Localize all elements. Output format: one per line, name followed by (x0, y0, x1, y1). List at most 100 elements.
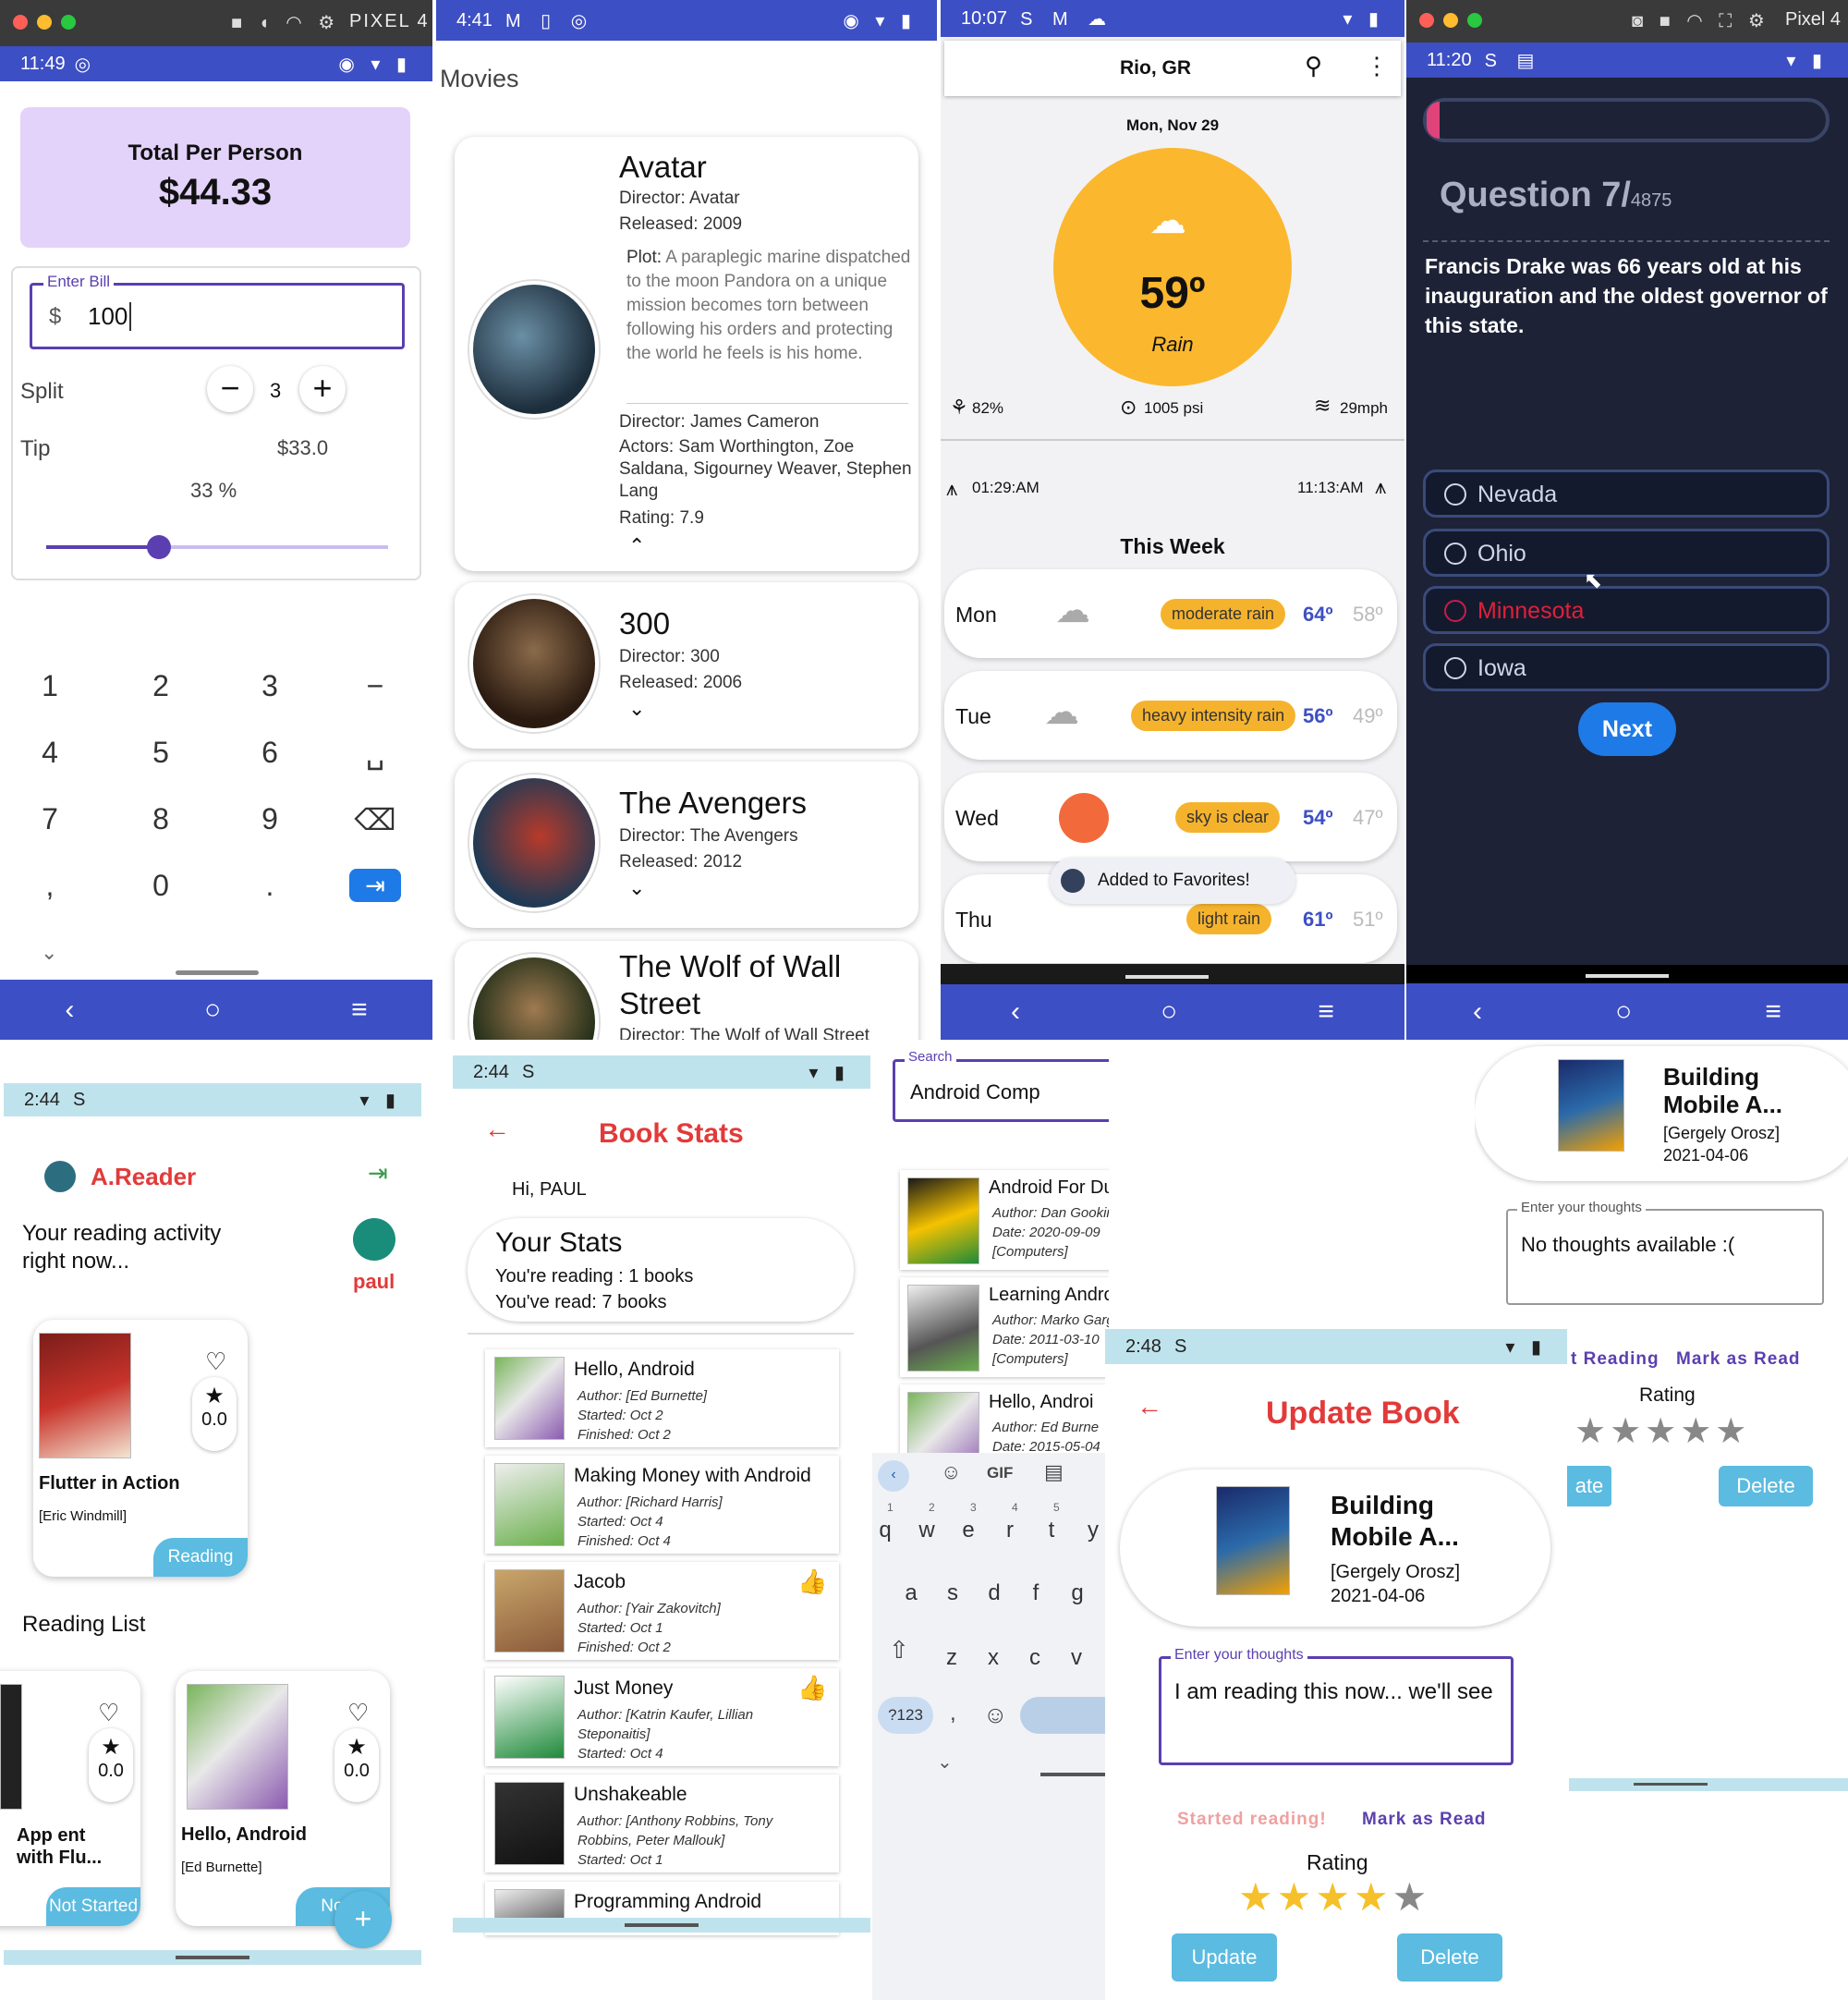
forecast-row[interactable]: Wed sky is clear 54º 47º (944, 773, 1397, 861)
favorite-icon[interactable]: ♡ (98, 1699, 119, 1727)
home-icon[interactable]: ○ (1161, 996, 1177, 1028)
split-increase-button[interactable]: + (299, 366, 346, 412)
gif-icon[interactable]: GIF (987, 1464, 1013, 1482)
collapse-keyboard-icon[interactable]: ⌄ (41, 941, 57, 965)
answer-option[interactable]: Iowa (1423, 643, 1830, 691)
key-a[interactable]: a (893, 1580, 930, 1606)
key-x[interactable]: x (975, 1645, 1012, 1671)
key-f[interactable]: f (1017, 1580, 1054, 1606)
key-1[interactable]: 2 (135, 669, 187, 703)
book-row[interactable]: Hello, Android Author: [Ed Burnette] Start… (485, 1349, 839, 1447)
back-icon[interactable]: ‹ (1011, 996, 1020, 1028)
key-12[interactable]: , (24, 869, 76, 903)
key-7[interactable]: ␣ (349, 736, 401, 771)
key-0[interactable]: 1 (24, 669, 76, 703)
bill-field[interactable]: Enter Bill $ 100 (30, 273, 405, 349)
reading-status-button[interactable]: Reading (153, 1538, 248, 1577)
movie-card[interactable]: 300 Director: 300 Released: 2006 ⌄ (455, 582, 918, 749)
space-key[interactable] (1020, 1697, 1109, 1734)
keyboard-back-icon[interactable]: ‹ (878, 1460, 909, 1492)
answer-option-selected[interactable]: Minnesota (1423, 586, 1830, 634)
not-started-button[interactable]: Not Started (46, 1887, 140, 1926)
key-6[interactable]: 6 (244, 736, 296, 770)
menu-icon[interactable]: ≡ (351, 994, 368, 1026)
expand-icon[interactable]: ⌄ (628, 697, 645, 721)
key-g[interactable]: g (1059, 1580, 1096, 1606)
key-v[interactable]: v (1058, 1645, 1095, 1671)
movie-card[interactable]: The Wolf of Wall Street Director: The Wo… (455, 941, 918, 1040)
clipboard-icon[interactable]: ▤ (1044, 1460, 1064, 1484)
search-result[interactable]: Android For Dummies Author: Dan Gookin Da… (900, 1170, 1109, 1270)
forecast-row[interactable]: Mon ☁ moderate rain 64º 58º (944, 569, 1397, 658)
sticker-icon[interactable]: ☺ (941, 1460, 961, 1484)
key-8[interactable]: 7 (24, 802, 76, 836)
next-button[interactable]: Next (1578, 702, 1676, 756)
thoughts-field[interactable]: Enter your thoughts No thoughts availabl… (1506, 1200, 1824, 1305)
search-result[interactable]: Learning Android Author: Marko Gargenta D… (900, 1277, 1109, 1377)
rating-stars[interactable]: ★★★★★ (1238, 1874, 1430, 1920)
key-y[interactable]: y (1075, 1518, 1109, 1543)
key-5[interactable]: 5 (135, 736, 187, 770)
key-2[interactable]: 3 (244, 669, 296, 703)
search-icon[interactable]: ⚲ (1305, 52, 1322, 80)
key-15[interactable]: ⇥ (349, 869, 401, 902)
add-book-button[interactable]: + (334, 1891, 392, 1948)
book-row[interactable]: Making Money with Android Author: [Richar… (485, 1456, 839, 1554)
key-14[interactable]: . (244, 869, 296, 903)
key-4[interactable]: 4 (24, 736, 76, 770)
forecast-row[interactable]: Tue ☁ heavy intensity rain 56º 49º (944, 671, 1397, 760)
key-w[interactable]: w (908, 1518, 945, 1543)
list-book-card[interactable]: ♡ ★ 0.0 Hello, Android [Ed Burnette] Not… (176, 1671, 390, 1926)
key-q[interactable]: q (872, 1518, 904, 1543)
key-3[interactable]: − (349, 669, 401, 703)
star-icon[interactable]: ★ (1315, 1875, 1354, 1919)
slider-thumb[interactable] (147, 535, 172, 559)
avatar[interactable] (353, 1218, 395, 1261)
split-decrease-button[interactable]: − (207, 366, 253, 412)
key-13[interactable]: 0 (135, 869, 187, 903)
menu-icon[interactable]: ≡ (1765, 996, 1781, 1028)
back-icon[interactable]: ‹ (65, 994, 74, 1026)
mark-as-read-link[interactable]: Mark as Read (1362, 1810, 1487, 1830)
started-reading-label[interactable]: Started reading! (1177, 1810, 1327, 1830)
star-icon[interactable]: ★ (1238, 1875, 1277, 1919)
answer-option[interactable]: Nevada (1423, 470, 1830, 518)
home-icon[interactable]: ○ (1615, 996, 1632, 1028)
back-arrow-icon[interactable]: ← (1137, 1392, 1162, 1421)
favorite-icon[interactable]: ♡ (205, 1348, 226, 1376)
key-r[interactable]: r (991, 1518, 1028, 1543)
thoughts-input[interactable]: I am reading this now... we'll see (1174, 1677, 1498, 1707)
bill-input[interactable]: 100 (88, 302, 132, 331)
book-row[interactable]: Unshakeable Author: [Anthony Robbins, Ton… (485, 1774, 839, 1872)
book-row[interactable]: Just Money 👍 Author: [Katrin Kaufer, Lilli… (485, 1668, 839, 1766)
search-input[interactable]: Android Comp (910, 1080, 1040, 1104)
book-row[interactable]: Jacob 👍 Author: [Yair Zakovitch] Started: O… (485, 1562, 839, 1660)
rating-stars[interactable]: ★★★★★ (1574, 1410, 1750, 1452)
back-icon[interactable]: ‹ (1473, 996, 1482, 1028)
star-icon[interactable]: ★ (1277, 1875, 1316, 1919)
comma-key[interactable]: , (950, 1701, 956, 1726)
key-11[interactable]: ⌫ (349, 802, 401, 837)
key-z[interactable]: z (933, 1645, 970, 1671)
favorite-icon[interactable]: ♡ (347, 1699, 369, 1727)
thoughts-input[interactable]: No thoughts available :( (1521, 1233, 1734, 1257)
key-10[interactable]: 9 (244, 802, 296, 836)
mark-as-read-link[interactable]: Mark as Read (1676, 1349, 1801, 1370)
collapse-icon[interactable]: ⌃ (628, 534, 645, 558)
answer-option[interactable]: Ohio (1423, 529, 1830, 577)
delete-button[interactable]: Delete (1719, 1466, 1813, 1506)
more-icon[interactable]: ⋮ (1365, 52, 1389, 80)
movie-card[interactable]: The Avengers Director: The Avengers Rele… (455, 762, 918, 928)
tip-slider[interactable] (46, 535, 388, 559)
logout-icon[interactable]: ⇥ (368, 1159, 388, 1188)
key-9[interactable]: 8 (135, 802, 187, 836)
key-d[interactable]: d (976, 1580, 1013, 1606)
update-button[interactable]: Update (1172, 1933, 1277, 1982)
key-s[interactable]: s (934, 1580, 971, 1606)
key-t[interactable]: t (1033, 1518, 1070, 1543)
list-book-card[interactable]: ♡ ★ 0.0 App ent with Flu... Not Started (0, 1671, 140, 1926)
key-e[interactable]: e (950, 1518, 987, 1543)
movie-card[interactable]: Avatar Director: Avatar Released: 2009 P… (455, 137, 918, 571)
search-field[interactable]: Search Android Comp (893, 1049, 1109, 1122)
thoughts-field[interactable]: Enter your thoughts I am reading this no… (1159, 1647, 1514, 1765)
